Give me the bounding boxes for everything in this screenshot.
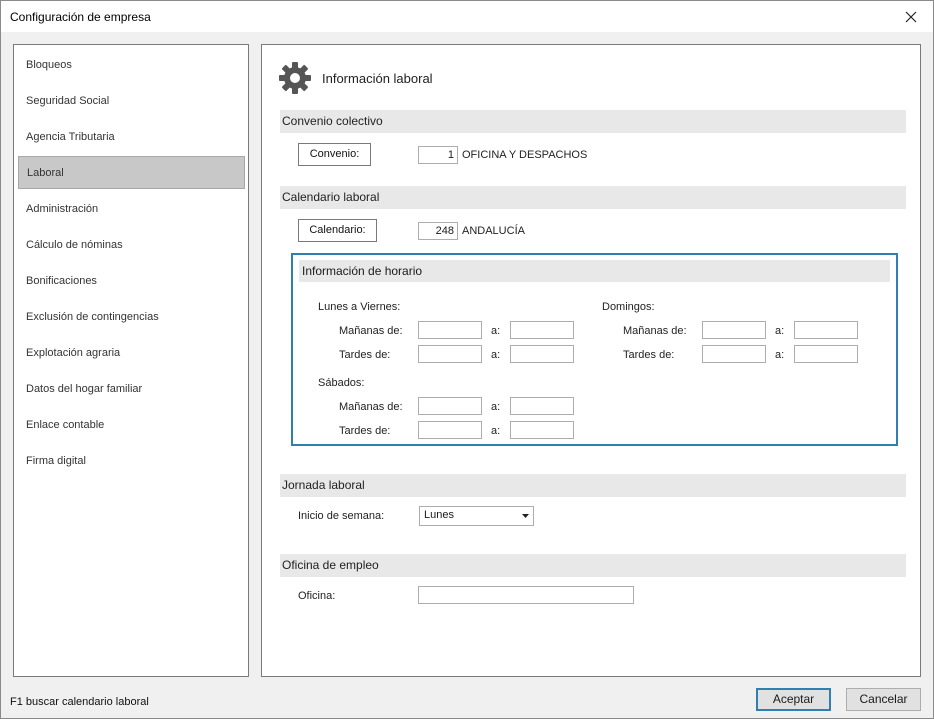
sidebar-item-firma-digital[interactable]: Firma digital (18, 445, 245, 478)
week-start-value: Lunes (424, 509, 454, 521)
weekdays-afternoon-to[interactable] (510, 345, 574, 363)
sundays-morning-to[interactable] (794, 321, 858, 339)
weekdays-mornings-label: Mañanas de: (339, 325, 403, 337)
saturdays-mornings-label: Mañanas de: (339, 401, 403, 413)
saturdays-morning-to[interactable] (510, 397, 574, 415)
sundays-mornings-label: Mañanas de: (623, 325, 687, 337)
sidebar-item-bloqueos[interactable]: Bloqueos (18, 49, 245, 82)
calendario-name: ANDALUCÍA (462, 225, 525, 237)
sidebar-item-laboral[interactable]: Laboral (18, 156, 245, 189)
sundays-afternoon-from[interactable] (702, 345, 766, 363)
weekdays-afternoons-label: Tardes de: (339, 349, 391, 361)
horario-panel: Información de horario Lunes a Viernes: … (291, 253, 898, 446)
convenio-name: OFICINA Y DESPACHOS (462, 149, 588, 161)
to-label: a: (775, 325, 785, 337)
sundays-label: Domingos: (602, 301, 655, 313)
week-start-select[interactable]: Lunes (419, 506, 534, 526)
sidebar-item-calculo-nominas[interactable]: Cálculo de nóminas (18, 229, 245, 262)
window-title: Configuración de empresa (10, 10, 151, 24)
sundays-morning-from[interactable] (702, 321, 766, 339)
sidebar: Bloqueos Seguridad Social Agencia Tribut… (13, 44, 249, 677)
weekdays-afternoon-from[interactable] (418, 345, 482, 363)
gear-icon (279, 62, 311, 94)
section-horario: Información de horario (299, 260, 890, 282)
accept-button[interactable]: Aceptar (756, 688, 831, 711)
week-start-label: Inicio de semana: (298, 510, 385, 522)
sidebar-item-enlace-contable[interactable]: Enlace contable (18, 409, 245, 442)
weekdays-morning-from[interactable] (418, 321, 482, 339)
close-button[interactable] (889, 1, 933, 32)
saturdays-morning-from[interactable] (418, 397, 482, 415)
to-label: a: (491, 401, 501, 413)
main-panel: Información laboral Convenio colectivo C… (261, 44, 921, 677)
convenio-button[interactable]: Convenio: (298, 143, 371, 166)
oficina-field[interactable] (418, 586, 634, 604)
section-convenio: Convenio colectivo (280, 110, 906, 133)
sundays-afternoon-to[interactable] (794, 345, 858, 363)
status-text: F1 buscar calendario laboral (10, 696, 149, 708)
convenio-code-field[interactable]: 1 (418, 146, 458, 164)
saturdays-label: Sábados: (318, 377, 365, 389)
cancel-button[interactable]: Cancelar (846, 688, 921, 711)
dropdown-button[interactable] (517, 507, 533, 525)
dialog-window: Configuración de empresa Bloqueos Seguri… (0, 0, 934, 719)
sidebar-item-hogar-familiar[interactable]: Datos del hogar familiar (18, 373, 245, 406)
close-icon (905, 11, 917, 22)
sundays-afternoons-label: Tardes de: (623, 349, 675, 361)
section-oficina: Oficina de empleo (280, 554, 906, 577)
sidebar-item-seguridad-social[interactable]: Seguridad Social (18, 85, 245, 118)
weekdays-morning-to[interactable] (510, 321, 574, 339)
sidebar-item-agencia-tributaria[interactable]: Agencia Tributaria (18, 121, 245, 154)
section-jornada: Jornada laboral (280, 474, 906, 497)
title-bar: Configuración de empresa (1, 1, 933, 32)
to-label: a: (491, 425, 501, 437)
oficina-label: Oficina: (298, 590, 336, 602)
sidebar-item-exclusion-contingencias[interactable]: Exclusión de contingencias (18, 301, 245, 334)
to-label: a: (775, 349, 785, 361)
section-calendario: Calendario laboral (280, 186, 906, 209)
saturdays-afternoon-from[interactable] (418, 421, 482, 439)
sidebar-item-administracion[interactable]: Administración (18, 193, 245, 226)
chevron-down-icon (521, 514, 529, 518)
to-label: a: (491, 349, 501, 361)
calendario-code-field[interactable]: 248 (418, 222, 458, 240)
calendario-button[interactable]: Calendario: (298, 219, 377, 242)
saturdays-afternoons-label: Tardes de: (339, 425, 391, 437)
sidebar-item-explotacion-agraria[interactable]: Explotación agraria (18, 337, 245, 370)
weekdays-label: Lunes a Viernes: (318, 301, 401, 313)
saturdays-afternoon-to[interactable] (510, 421, 574, 439)
to-label: a: (491, 325, 501, 337)
page-title: Información laboral (322, 71, 433, 86)
sidebar-item-bonificaciones[interactable]: Bonificaciones (18, 265, 245, 298)
